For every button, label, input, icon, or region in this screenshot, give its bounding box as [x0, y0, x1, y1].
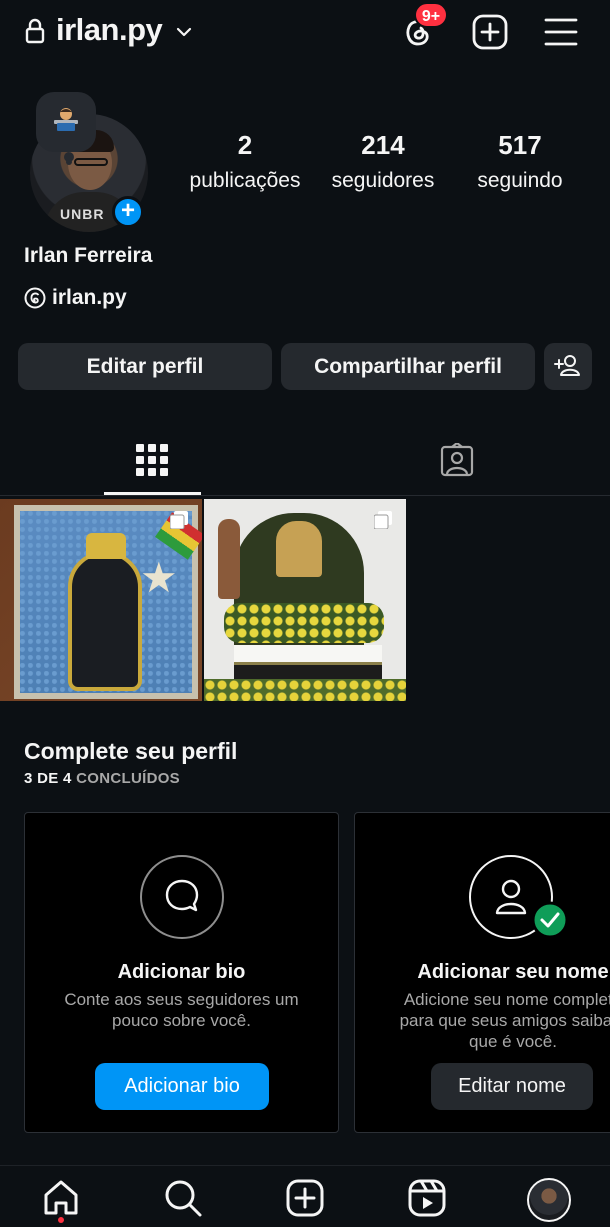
- stat-following-label: seguindo: [477, 169, 563, 192]
- stat-followers-value: 214: [361, 130, 405, 160]
- chevron-down-icon[interactable]: [174, 22, 194, 42]
- complete-profile-progress: 3 DE 4 CONCLUÍDOS: [24, 770, 180, 787]
- check-circle-icon: [531, 901, 569, 939]
- home-icon[interactable]: [41, 1178, 81, 1218]
- stat-followers-label: seguidores: [331, 169, 435, 192]
- post-thumbnail-2[interactable]: [204, 499, 406, 701]
- add-person-icon: [554, 355, 580, 376]
- tab-posts-grid[interactable]: [0, 430, 305, 494]
- profile-nav-avatar[interactable]: [527, 1178, 571, 1222]
- share-profile-button[interactable]: Compartilhar perfil: [281, 343, 535, 390]
- edit-name-button[interactable]: Editar nome: [431, 1063, 593, 1110]
- carousel-icon: [374, 511, 392, 529]
- profile-full-name: Irlan Ferreira: [24, 244, 153, 267]
- notification-badge: 9+: [414, 2, 448, 28]
- create-icon[interactable]: [285, 1178, 325, 1218]
- plus-square-icon[interactable]: [472, 14, 508, 50]
- search-icon[interactable]: [163, 1178, 203, 1218]
- stat-following[interactable]: 517 seguindo: [450, 130, 590, 193]
- grid-icon: [136, 444, 168, 476]
- tab-tagged[interactable]: [305, 430, 610, 494]
- threads-icon: [24, 287, 46, 309]
- add-bio-card: Adicionar bio Conte aos seus seguidores …: [24, 812, 339, 1133]
- technologist-emoji-icon: [54, 108, 78, 131]
- note-bubble-tail-small: [66, 159, 72, 165]
- edit-profile-button[interactable]: Editar perfil: [18, 343, 272, 390]
- add-bio-description: Conte aos seus seguidores um pouco sobre…: [64, 990, 299, 1030]
- home-notification-dot: [58, 1217, 64, 1223]
- top-bar: irlan.py 9+: [0, 0, 610, 66]
- add-name-title: Adicionar seu nome: [417, 961, 609, 983]
- hamburger-menu-icon[interactable]: [544, 16, 578, 48]
- lock-icon: [25, 18, 45, 44]
- stat-posts-value: 2: [237, 130, 253, 160]
- tab-divider: [0, 495, 610, 496]
- progress-count: 3 DE 4: [24, 770, 72, 787]
- threads-profile-link[interactable]: irlan.py: [24, 286, 127, 310]
- complete-profile-title: Complete seu perfil: [24, 738, 238, 764]
- add-bio-button[interactable]: Adicionar bio: [95, 1063, 269, 1110]
- stat-posts-label: publicações: [189, 169, 301, 192]
- chat-bubble-icon: [140, 855, 224, 939]
- threads-handle: irlan.py: [52, 286, 127, 309]
- discover-people-button[interactable]: [544, 343, 592, 390]
- stat-following-value: 517: [498, 130, 542, 160]
- add-name-description: Adicione seu nome completo para que seus…: [399, 990, 610, 1051]
- bottom-nav-divider: [0, 1165, 610, 1166]
- add-name-card: Adicionar seu nome Adicione seu nome com…: [354, 812, 610, 1133]
- account-switcher-username[interactable]: irlan.py: [56, 12, 163, 48]
- reels-icon[interactable]: [407, 1178, 447, 1218]
- tagged-person-icon: [440, 443, 474, 477]
- add-story-icon[interactable]: +: [112, 196, 144, 228]
- carousel-icon: [170, 511, 188, 529]
- add-bio-title: Adicionar bio: [117, 961, 246, 983]
- post-thumbnail-1[interactable]: ★: [0, 499, 202, 701]
- progress-done-label: CONCLUÍDOS: [76, 770, 180, 787]
- stat-posts[interactable]: 2 publicações: [175, 130, 315, 193]
- stat-followers[interactable]: 214 seguidores: [313, 130, 453, 193]
